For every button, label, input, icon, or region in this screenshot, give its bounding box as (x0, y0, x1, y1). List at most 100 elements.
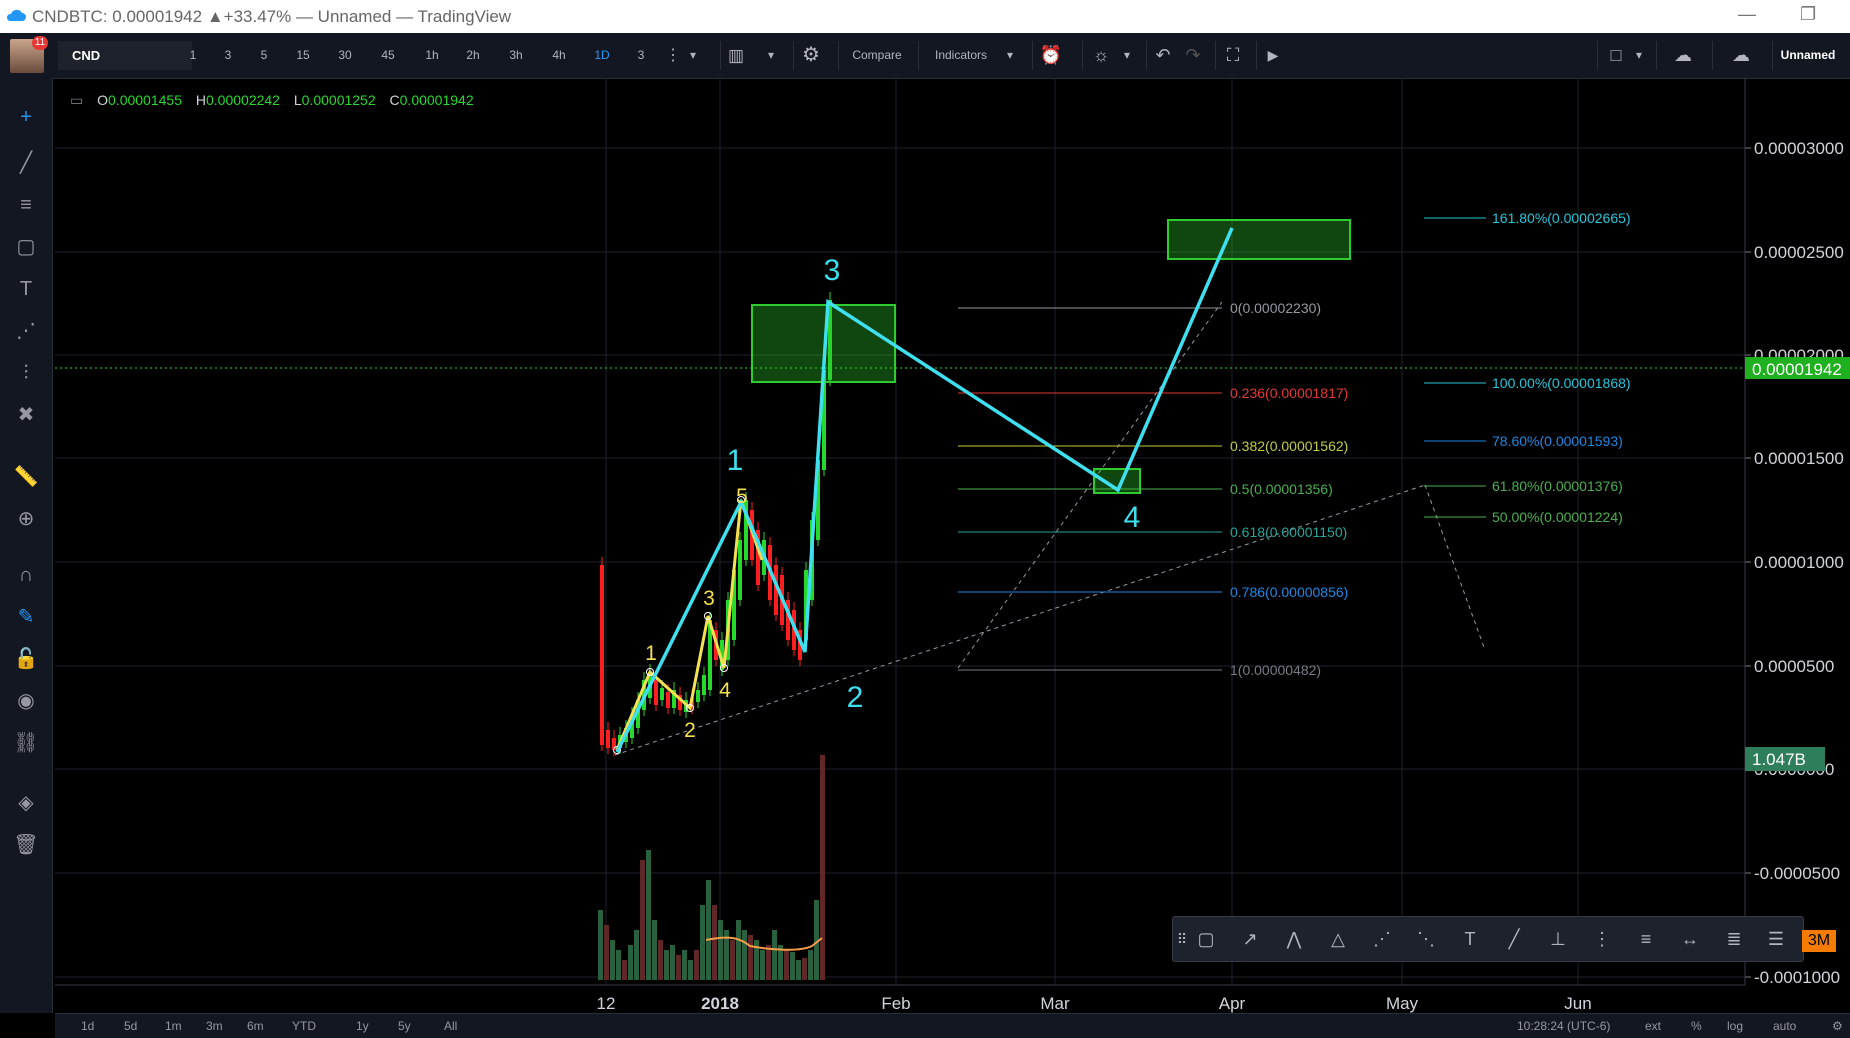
remove-drawings-icon[interactable]: ✖ (13, 402, 39, 428)
rectangle-icon[interactable]: ▢ (1193, 927, 1219, 951)
more-intervals-icon[interactable]: ⋮ (665, 41, 681, 70)
log-toggle[interactable]: log (1727, 1019, 1743, 1033)
window-title: CNDBTC: 0.00001942 ▲+33.47% — Unnamed — … (32, 7, 512, 26)
volume-bar (796, 960, 801, 980)
text-tool-icon[interactable]: T (13, 276, 39, 302)
range-5d[interactable]: 5d (124, 1019, 137, 1033)
range-5y[interactable]: 5y (398, 1019, 411, 1033)
range-all[interactable]: All (444, 1019, 457, 1033)
redo-icon[interactable]: ↷ (1178, 41, 1208, 70)
candles-icon[interactable]: ▥ (720, 41, 751, 70)
fib-tool-icon[interactable]: ≡ (13, 192, 39, 218)
path-icon[interactable]: ↗ (1237, 927, 1263, 951)
major-wave-label: 4 (1124, 501, 1141, 534)
chevron-down-icon[interactable]: ▾ (1120, 41, 1134, 70)
fib-extension-label: 61.80%(0.00001376) (1492, 478, 1623, 494)
date-range-icon[interactable]: ↔ (1677, 927, 1703, 951)
zoom-in-icon[interactable]: ⊕ (13, 506, 39, 532)
time-tick-label: Jun (1564, 994, 1591, 1013)
pattern-icon[interactable]: ⋰ (13, 318, 39, 344)
alert-icon[interactable]: ⏰ (1032, 41, 1069, 70)
interval-1d[interactable]: 1D (586, 41, 618, 70)
save-cloud-icon[interactable]: ☁ (1712, 41, 1769, 70)
layers-icon[interactable]: ◈ (13, 790, 39, 816)
fib-extension-label: 78.60%(0.00001593) (1492, 433, 1623, 449)
interval-1[interactable]: 1 (177, 41, 209, 70)
high-value: 0.00002242 (206, 92, 280, 108)
drag-handle-icon[interactable]: ⠿ (1175, 927, 1189, 951)
trend-line-icon[interactable]: ╱ (13, 150, 39, 176)
horizontal-lines-icon[interactable]: ☰ (1763, 927, 1789, 951)
volume-bar (808, 950, 813, 980)
load-cloud-icon[interactable]: ☁ (1656, 41, 1709, 70)
chevron-down-icon[interactable]: ▾ (686, 41, 700, 70)
price-tick-label: 0.00001500 (1754, 449, 1844, 468)
replay-play-icon[interactable]: ▶ (1256, 41, 1289, 70)
elliott-wave-icon[interactable]: ⋰ (1369, 927, 1395, 951)
price-range-icon[interactable]: ⊥ (1545, 927, 1571, 951)
minimize-icon[interactable]: — (1738, 4, 1756, 25)
volume-bar (730, 940, 735, 980)
chevron-down-icon[interactable]: ▾ (1003, 41, 1017, 70)
settings-gear-icon[interactable]: ⚙ (793, 41, 828, 70)
ideas-bulb-icon[interactable]: ☼ (1082, 41, 1119, 70)
percent-toggle[interactable]: % (1691, 1019, 1702, 1033)
interval-3[interactable]: 3 (625, 41, 657, 70)
range-1y[interactable]: 1y (356, 1019, 369, 1033)
crosshair-icon[interactable]: + (13, 104, 39, 130)
interval-30[interactable]: 30 (329, 41, 361, 70)
link-icon[interactable]: ⛓ (13, 730, 39, 756)
interval-3[interactable]: 3 (212, 41, 244, 70)
stay-drawing-icon[interactable]: ✎ (13, 604, 39, 630)
interval-45[interactable]: 45 (372, 41, 404, 70)
interval-4h[interactable]: 4h (543, 41, 575, 70)
rectangle-icon[interactable]: ▢ (13, 234, 39, 260)
compare-button[interactable]: Compare (838, 41, 915, 70)
indicators-button[interactable]: Indicators (918, 41, 1003, 70)
interval-2h[interactable]: 2h (457, 41, 489, 70)
chevron-down-icon[interactable]: ▾ (1632, 41, 1646, 70)
lock-icon[interactable]: 🔓 (13, 646, 39, 672)
symbol-search[interactable]: CND (58, 41, 192, 70)
range-6m[interactable]: 6m (247, 1019, 264, 1033)
eye-icon[interactable]: ◉ (13, 688, 39, 714)
range-3m[interactable]: 3m (206, 1019, 223, 1033)
legend-toggle-icon[interactable]: ▭ (70, 92, 83, 108)
ruler-icon[interactable]: 📏 (13, 464, 39, 490)
chevron-down-icon[interactable]: ▾ (764, 41, 778, 70)
volume-bar (622, 960, 627, 980)
interval-1h[interactable]: 1h (416, 41, 448, 70)
triangle-pattern-icon[interactable]: △ (1325, 927, 1351, 951)
range-1m[interactable]: 1m (165, 1019, 182, 1033)
abcd-pattern-icon[interactable]: ⋀ (1281, 927, 1307, 951)
fib-extension-icon[interactable]: ⋮ (1589, 927, 1615, 951)
auto-toggle[interactable]: auto (1773, 1019, 1796, 1033)
fib-fan-icon[interactable]: ≣ (1721, 927, 1747, 951)
abc-wave-icon[interactable]: ⋱ (1413, 927, 1439, 951)
target-box-wave5 (1167, 219, 1351, 260)
chart-pane[interactable]: 0.000030000.000025000.000020000.00001500… (55, 78, 1850, 1013)
fib-retracement-icon[interactable]: ≡ (1633, 927, 1659, 951)
candle-body (696, 690, 700, 702)
text-icon[interactable]: T (1457, 927, 1483, 951)
settings-gear-icon[interactable]: ⚙ (1832, 1019, 1843, 1033)
interval-5[interactable]: 5 (248, 41, 280, 70)
layout-name[interactable]: Unnamed (1772, 41, 1843, 70)
volume-bar (772, 930, 777, 980)
interval-3h[interactable]: 3h (500, 41, 532, 70)
prediction-icon[interactable]: ⫶ (13, 360, 39, 386)
restore-icon[interactable]: ❐ (1800, 4, 1816, 25)
trash-icon[interactable]: 🗑 (13, 832, 39, 858)
volume-bar (628, 945, 633, 980)
window-titlebar: CNDBTC: 0.00001942 ▲+33.47% — Unnamed — … (0, 0, 1850, 33)
range-1d[interactable]: 1d (81, 1019, 94, 1033)
volume-bar (802, 958, 807, 980)
ext-toggle[interactable]: ext (1645, 1019, 1661, 1033)
range-ytd[interactable]: YTD (292, 1019, 316, 1033)
magnet-icon[interactable]: ∩ (13, 562, 39, 588)
undo-icon[interactable]: ↶ (1146, 41, 1179, 70)
fullscreen-icon[interactable]: ⛶ (1215, 41, 1250, 70)
drawing-square-icon[interactable]: □ (1597, 41, 1634, 70)
trend-line-icon[interactable]: ╱ (1501, 927, 1527, 951)
interval-15[interactable]: 15 (287, 41, 319, 70)
